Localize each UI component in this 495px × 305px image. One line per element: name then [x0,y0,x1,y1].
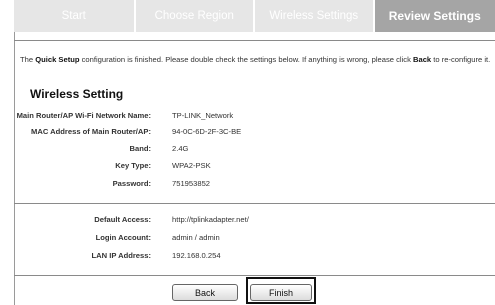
intro-quick-setup: Quick Setup [35,55,80,64]
finish-button[interactable]: Finish [250,284,312,301]
value-password: 751953852 [172,179,211,188]
row-mac-address: MAC Address of Main Router/AP: 94-0C-6D-… [0,127,495,139]
value-lan-ip: 192.168.0.254 [172,251,221,260]
tab-start[interactable]: Start [14,0,134,32]
label-network-name: Main Router/AP Wi-Fi Network Name: [16,111,151,120]
label-band: Band: [129,144,151,153]
row-login-account: Login Account: admin / admin [0,233,495,245]
tab-review-settings[interactable]: Review Settings [374,0,495,32]
value-key-type: WPA2-PSK [172,161,211,170]
value-band: 2.4G [172,144,189,153]
value-network-name: TP-LINK_Network [172,111,234,120]
tab-choose-region[interactable]: Choose Region [135,0,253,32]
row-network-name: Main Router/AP Wi-Fi Network Name: TP-LI… [0,111,495,123]
intro-back: Back [413,55,432,64]
row-password: Password: 751953852 [0,179,495,191]
divider-bottom [14,275,495,276]
value-mac-address: 94-0C-6D-2F-3C-BE [172,127,242,136]
intro-text: The Quick Setup configuration is finishe… [20,55,495,64]
back-button[interactable]: Back [172,284,238,301]
intro-part2: configuration is finished. Please double… [79,55,413,64]
wizard-tabs: Start Choose Region Wireless Settings Re… [14,0,495,32]
label-lan-ip: LAN IP Address: [91,251,152,260]
row-default-access: Default Access: http://tplinkadapter.net… [0,215,495,227]
row-lan-ip: LAN IP Address: 192.168.0.254 [0,251,495,263]
row-key-type: Key Type: WPA2-PSK [0,161,495,173]
divider-middle [14,203,495,204]
divider-top [14,40,495,41]
label-login-account: Login Account: [95,233,151,242]
label-password: Password: [112,179,151,188]
section-title: Wireless Setting [30,87,124,101]
label-mac-address: MAC Address of Main Router/AP: [31,127,151,136]
intro-part1: The [20,55,36,64]
value-default-access: http://tplinkadapter.net/ [172,215,249,224]
intro-part3: to re-configure it. [431,55,491,64]
label-key-type: Key Type: [115,161,151,170]
value-login-account: admin / admin [172,233,220,242]
label-default-access: Default Access: [94,215,151,224]
row-band: Band: 2.4G [0,144,495,156]
tab-wireless-settings[interactable]: Wireless Settings [255,0,373,32]
